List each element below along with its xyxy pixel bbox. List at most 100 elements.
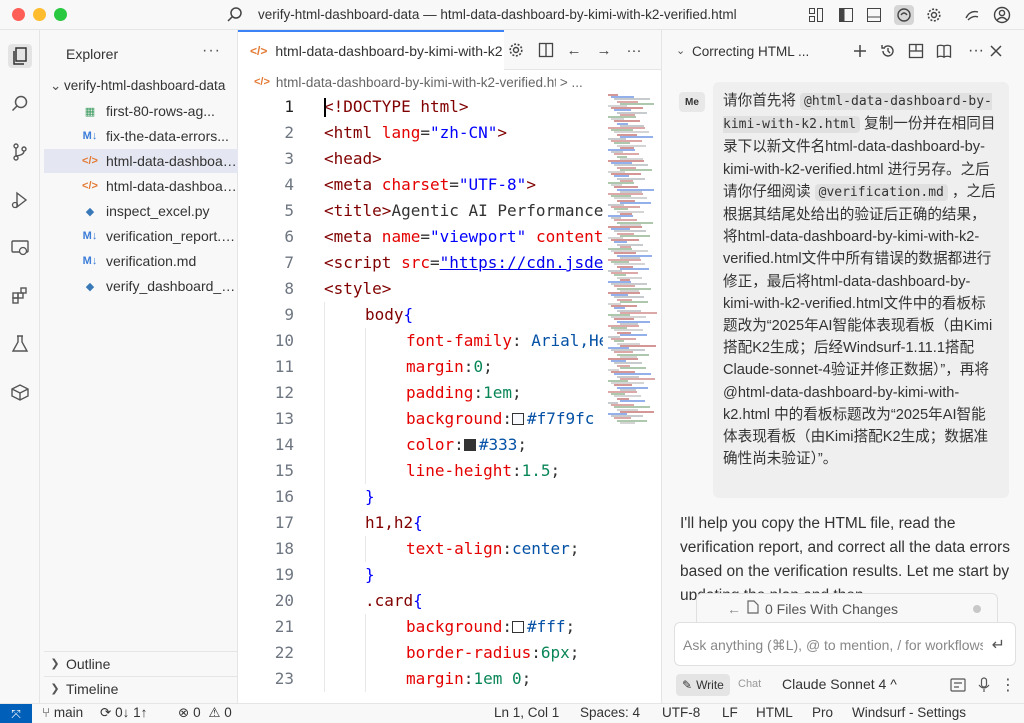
write-mode-button[interactable]: ✎ Write xyxy=(676,674,730,696)
file-item[interactable]: M↓ fix-the-data-errors... xyxy=(44,124,238,148)
breadcrumb-more[interactable]: > ... xyxy=(560,75,583,90)
branch-indicator[interactable]: ⑂ main xyxy=(42,705,83,720)
testing-flask-icon[interactable] xyxy=(8,332,32,356)
outline-section[interactable]: ❯ Outline xyxy=(44,651,238,675)
microphone-icon[interactable] xyxy=(974,675,994,695)
cursor-position[interactable]: Ln 1, Col 1 xyxy=(494,705,559,720)
more-icon[interactable]: ··· xyxy=(966,41,986,61)
window-title: verify-html-dashboard-data — html-data-d… xyxy=(258,7,737,22)
workspace-folder[interactable]: ⌄ verify-html-dashboard-data xyxy=(50,78,238,98)
html-icon: </> xyxy=(82,180,98,192)
markdown-icon: M↓ xyxy=(82,130,98,142)
color-swatch[interactable] xyxy=(463,439,476,451)
settings-indicator[interactable]: Windsurf - Settings xyxy=(852,705,966,720)
file-item[interactable]: M↓ verification_report.md xyxy=(44,224,238,248)
file-item[interactable]: ◆ verify_dashboard_data.py xyxy=(44,274,238,298)
gear-icon[interactable] xyxy=(924,5,944,25)
new-chat-plus-icon[interactable] xyxy=(850,41,870,61)
file-item[interactable]: </> html-data-dashboard-by-kimi-with-k2.h… xyxy=(44,174,238,198)
model-selector[interactable]: Claude Sonnet 4 ^ xyxy=(782,676,897,692)
file-name: first-80-rows-ag... xyxy=(106,103,215,119)
file-item[interactable]: </> html-data-dashboard-by-kimi-with-k2-v… xyxy=(44,149,238,173)
code-line: 1 <!DOCTYPE html> xyxy=(238,94,603,120)
line-number: 5 xyxy=(284,201,294,220)
undo-icon[interactable]: ← xyxy=(727,601,741,617)
encoding[interactable]: UTF-8 xyxy=(662,705,700,720)
line-number: 12 xyxy=(274,383,294,402)
chevron-down-icon[interactable]: ⌄ xyxy=(676,44,685,57)
code-editor[interactable]: 1 <!DOCTYPE html> 2 <html lang="zh-CN"> 3 <… xyxy=(238,94,603,703)
user-message: 请你首先将 @html-data-dashboard-by-kimi-with-… xyxy=(713,82,1009,498)
search-icon[interactable] xyxy=(226,6,244,24)
cascade-icon[interactable] xyxy=(894,5,914,25)
breadcrumb: </> html-data-dashboard-by-kimi-with-k2-… xyxy=(238,70,661,94)
sync-indicator[interactable]: ⟳ 0↓ 1↑ xyxy=(100,705,147,721)
editor-more-icon[interactable]: ··· xyxy=(624,40,644,60)
files-changed-bar[interactable]: ← 0 Files With Changes xyxy=(696,593,998,623)
account-icon[interactable] xyxy=(992,5,1012,25)
send-enter-icon[interactable]: ↵ xyxy=(992,635,1005,655)
run-debug-icon[interactable] xyxy=(8,188,32,212)
file-item[interactable]: M↓ verification.md xyxy=(44,249,238,273)
containers-icon[interactable] xyxy=(8,380,32,404)
book-icon[interactable] xyxy=(934,41,954,61)
extensions-icon[interactable] xyxy=(8,284,32,308)
layout-customize-icon[interactable] xyxy=(806,5,826,25)
code-line: 6 <meta name="viewport" content xyxy=(238,224,603,250)
line-number: 6 xyxy=(284,227,294,246)
line-number: 18 xyxy=(274,539,294,558)
code-line: 9 body{ xyxy=(238,302,603,328)
minimap-line xyxy=(620,234,650,237)
file-name: verify_dashboard_data.py xyxy=(106,278,238,294)
breadcrumb-file[interactable]: html-data-dashboard-by-kimi-with-k2-veri… xyxy=(276,75,556,90)
chat-title[interactable]: Correcting HTML ... xyxy=(692,44,809,59)
chat-header: ⌄ Correcting HTML ... ··· xyxy=(662,30,1024,70)
editor-tab-label: html-data-dashboard-by-kimi-with-k2-veri… xyxy=(275,43,504,59)
file-mention-chip[interactable]: @verification.md xyxy=(814,183,948,201)
layout-icon[interactable] xyxy=(906,41,926,61)
history-icon[interactable] xyxy=(878,41,898,61)
plan-badge[interactable]: Pro xyxy=(812,705,833,720)
problems-indicator[interactable]: ⊗ 0 ⚠ 0 xyxy=(178,705,232,721)
close-window-button[interactable] xyxy=(12,8,25,21)
line-number: 3 xyxy=(284,149,294,168)
zoom-window-button[interactable] xyxy=(54,8,67,21)
toggle-panel-icon[interactable] xyxy=(864,5,884,25)
minimap-line xyxy=(620,366,646,369)
code-line: 15 line-height:1.5; xyxy=(238,458,603,484)
source-control-icon[interactable] xyxy=(8,140,32,164)
file-item[interactable]: ▦ first-80-rows-ag... xyxy=(44,99,238,123)
explorer-more-icon[interactable]: ··· xyxy=(202,42,221,60)
split-editor-icon[interactable] xyxy=(536,40,556,60)
gear-icon[interactable] xyxy=(506,40,526,60)
file-item[interactable]: ◆ inspect_excel.py xyxy=(44,199,238,223)
search-icon[interactable] xyxy=(8,92,32,116)
timeline-section[interactable]: ❯ Timeline xyxy=(44,676,238,700)
color-swatch[interactable] xyxy=(511,413,524,425)
arrow-right-icon[interactable]: → xyxy=(594,40,614,60)
remote-explorer-icon[interactable] xyxy=(8,236,32,260)
code-link[interactable]: "https://cdn.jsdelivr xyxy=(440,253,603,272)
language-mode[interactable]: HTML xyxy=(756,705,793,720)
indentation[interactable]: Spaces: 4 xyxy=(580,705,640,720)
minimize-window-button[interactable] xyxy=(33,8,46,21)
editor-tab-active[interactable]: </> html-data-dashboard-by-kimi-with-k2-… xyxy=(238,30,504,70)
minimap[interactable] xyxy=(604,94,660,434)
more-vertical-icon[interactable]: ⋮ xyxy=(998,675,1018,695)
toggle-sidebar-icon[interactable] xyxy=(836,5,856,25)
remote-indicator-icon[interactable]: ⤧ xyxy=(0,704,32,723)
line-ending[interactable]: LF xyxy=(722,705,738,720)
chat-input[interactable] xyxy=(683,635,983,655)
close-icon[interactable] xyxy=(986,41,1006,61)
explorer-files-icon[interactable] xyxy=(8,44,32,68)
line-number: 23 xyxy=(274,669,294,688)
markdown-icon: M↓ xyxy=(82,230,98,242)
minimap-line xyxy=(620,333,647,336)
list-icon[interactable] xyxy=(948,675,968,695)
color-swatch[interactable] xyxy=(511,621,524,633)
windsurf-logo-icon[interactable] xyxy=(962,5,982,25)
line-number: 21 xyxy=(274,617,294,636)
arrow-left-icon[interactable]: ← xyxy=(564,40,584,60)
code-line: 11 margin:0; xyxy=(238,354,603,380)
chat-mode-button[interactable]: Chat xyxy=(738,678,761,690)
